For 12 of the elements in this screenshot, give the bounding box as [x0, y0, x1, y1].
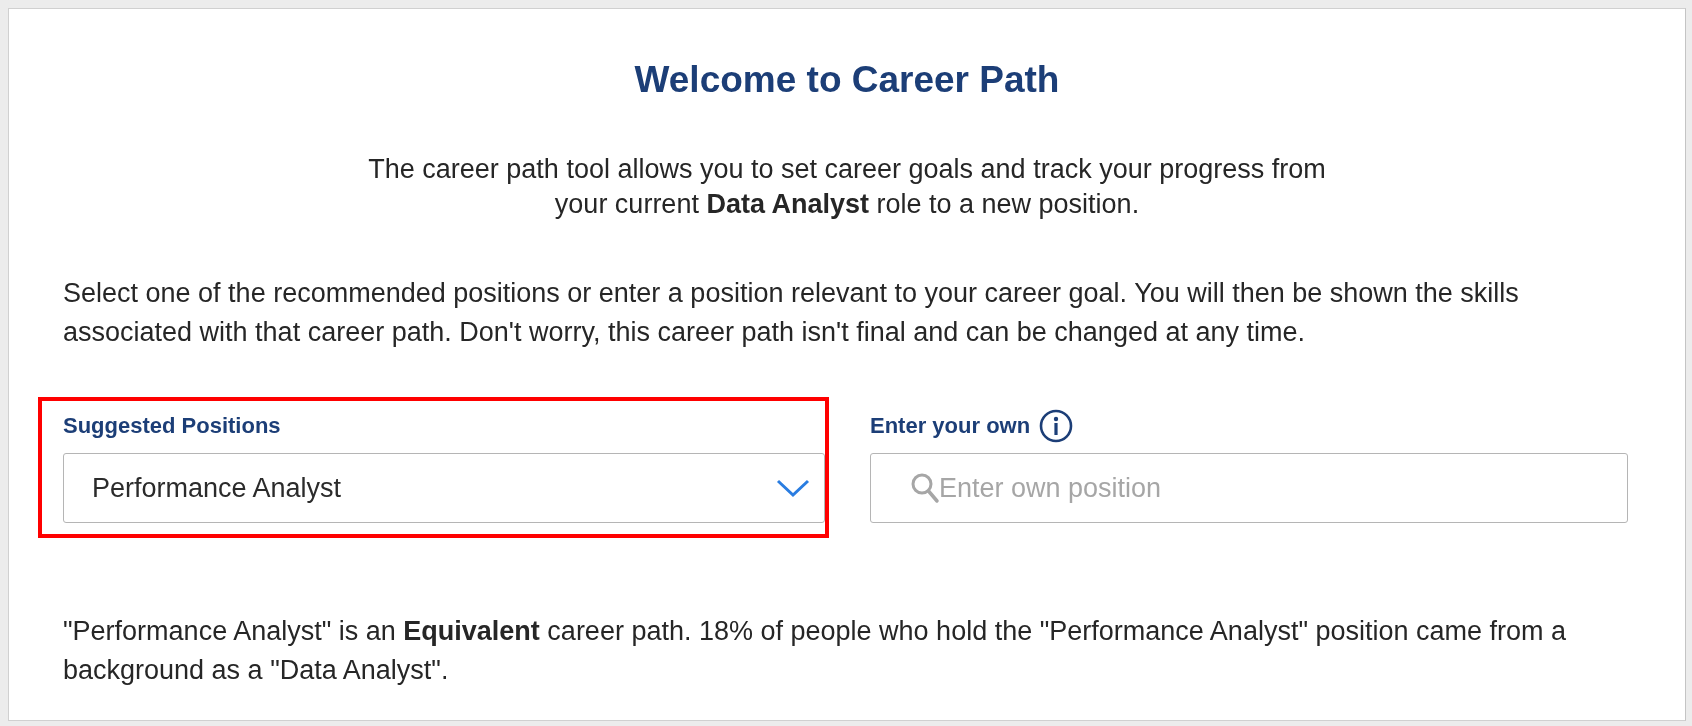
field-label: Suggested Positions [63, 413, 281, 439]
position-dropdown[interactable]: Performance Analyst [63, 453, 825, 523]
page-title: Welcome to Career Path [633, 60, 1061, 100]
info-icon[interactable] [1039, 409, 1074, 443]
search-icon [910, 472, 940, 504]
instructions-text: Select one of the recommended positions or enter a position relevant to your career goal. You will then be shown the skills associated with that career path. Don't worry, this career path isn't final and can be changed at any time. [63, 277, 1520, 349]
field-label: Enter your own [870, 413, 1031, 439]
chevron-down-icon [776, 478, 810, 498]
intro-text: your current Data Analyst role to a new position. [553, 188, 1141, 221]
result-text: "Performance Analyst" is an Equivalent career path. 18% of people who hold the "Performance Analyst" position came from a background as a "Data Analyst". [63, 615, 1568, 687]
intro-text: The career path tool allows you to set career goals and track your progress from [367, 153, 1327, 186]
search-field[interactable]: Enter own position [870, 453, 1628, 523]
